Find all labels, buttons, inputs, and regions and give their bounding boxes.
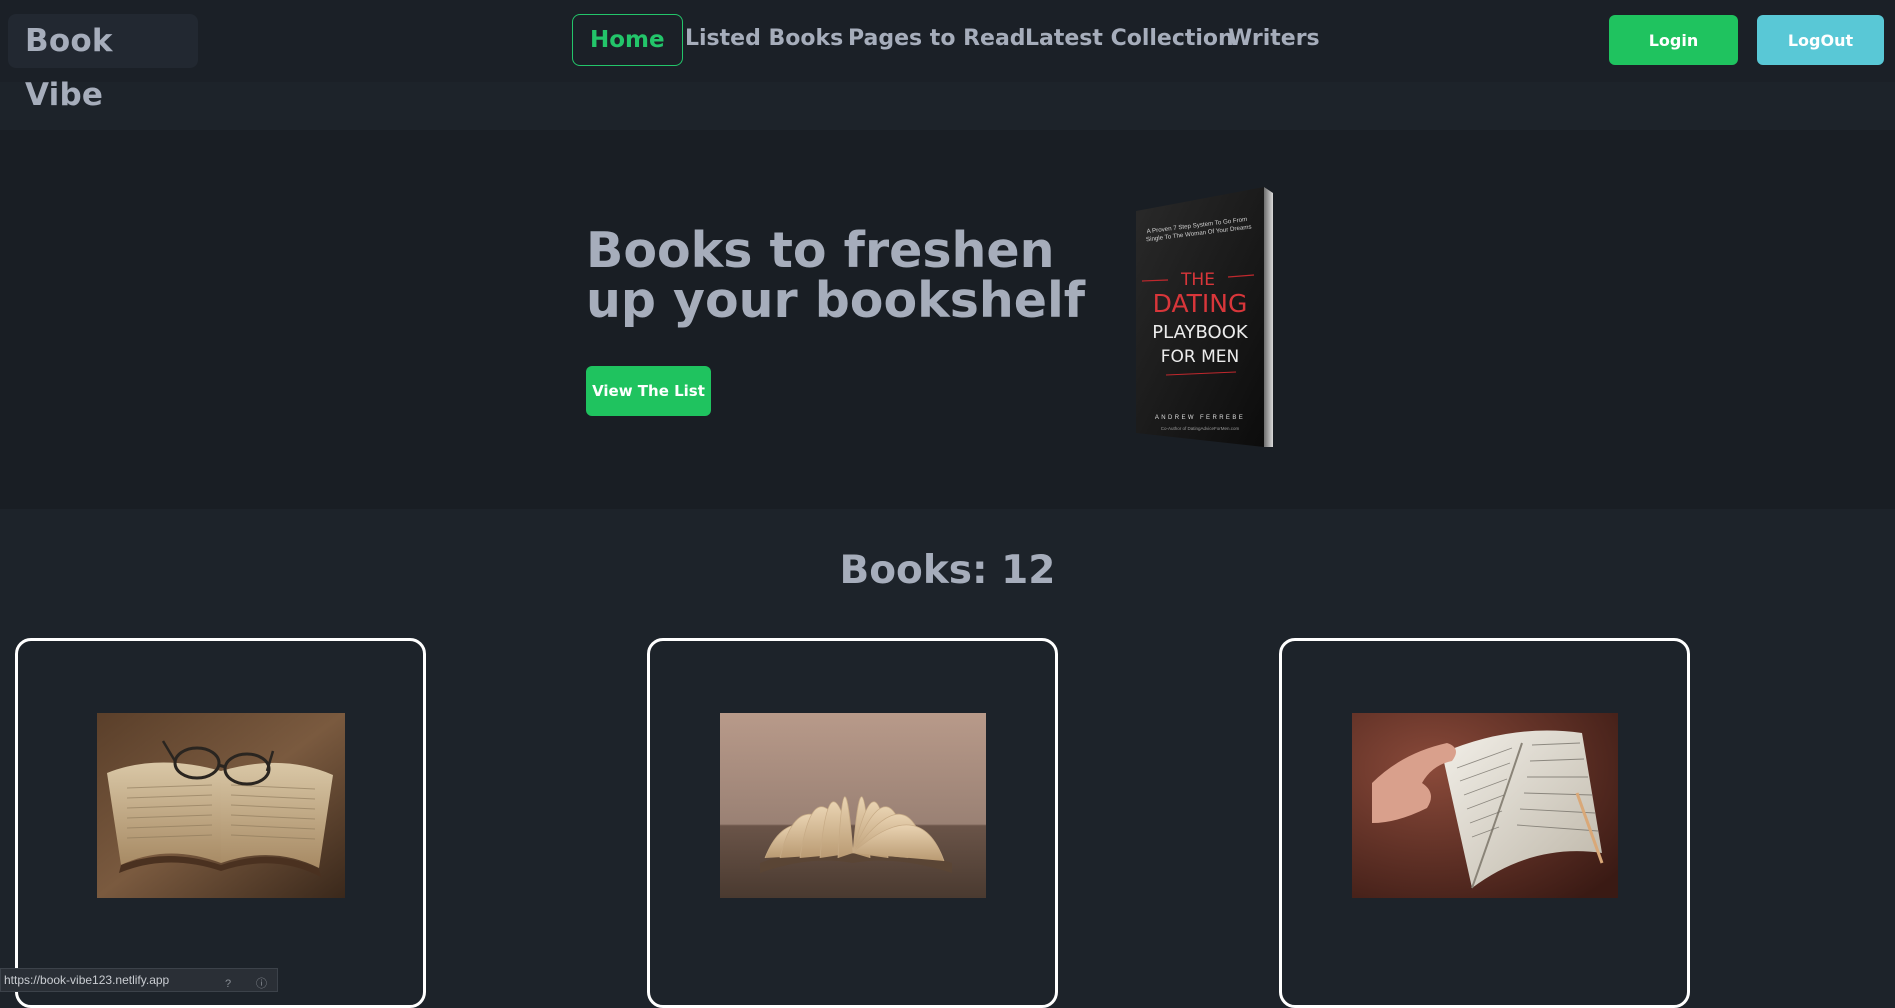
books-count-heading: Books: 12 — [839, 548, 1056, 593]
book-card-image — [1352, 713, 1618, 898]
nav-pages-to-read[interactable]: Pages to Read — [848, 14, 1026, 66]
book-cover-image: A Proven 7 Step System To Go From Single… — [1136, 187, 1273, 447]
cover-dating: DATING — [1153, 289, 1248, 318]
navbar: Book Vibe Home Listed Books Pages to Rea… — [0, 0, 1895, 113]
book-card[interactable] — [15, 638, 426, 1008]
brand-logo[interactable]: Book Vibe — [8, 14, 198, 113]
info-icon: ⓘ — [256, 978, 267, 990]
book-card[interactable] — [647, 638, 1058, 1008]
status-url-text: https://book-vibe123.netlify.app — [4, 973, 170, 987]
svg-text:ANDREW FERREBE: ANDREW FERREBE — [1155, 415, 1245, 421]
view-list-button[interactable]: View The List — [586, 366, 711, 416]
hero-banner: Books to freshen up your bookshelf View … — [0, 130, 1895, 509]
book-card-image — [720, 713, 986, 898]
login-button[interactable]: Login — [1609, 15, 1738, 65]
nav-latest-collection[interactable]: Latest Collection — [1025, 14, 1234, 66]
hero-title: Books to freshen up your bookshelf — [586, 222, 1086, 329]
nav-writers[interactable]: Writers — [1228, 14, 1320, 66]
status-url-bar: https://book-vibe123.netlify.app ? ⓘ — [0, 968, 278, 992]
book-card[interactable] — [1279, 638, 1690, 1008]
book-card-image — [97, 713, 345, 898]
cover-playbook: PLAYBOOK — [1152, 322, 1249, 343]
cover-the: THE — [1180, 270, 1215, 290]
help-icon: ? — [225, 978, 232, 990]
cover-formen: FOR MEN — [1161, 347, 1240, 367]
nav-listed-books[interactable]: Listed Books — [685, 14, 843, 66]
logout-button[interactable]: LogOut — [1757, 15, 1884, 65]
svg-text:Co-Author of DatingAdviceForMe: Co-Author of DatingAdviceForMen.com — [1161, 426, 1240, 431]
nav-home[interactable]: Home — [572, 14, 683, 66]
